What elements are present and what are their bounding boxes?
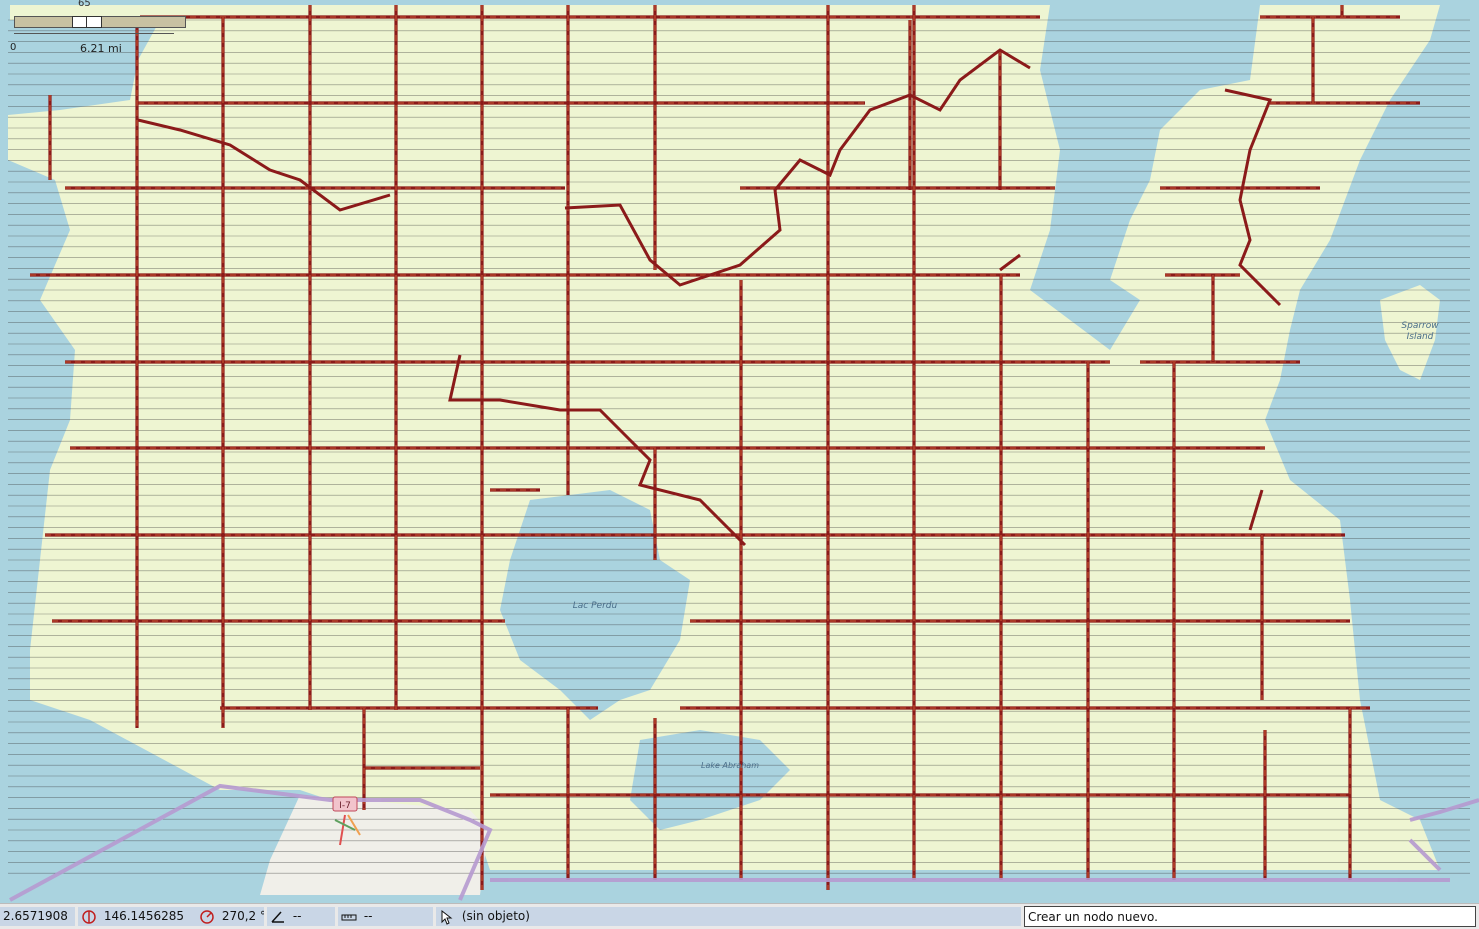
heading-value: 270,2 °	[221, 909, 264, 923]
latitude-field: 2.6571908	[0, 907, 75, 926]
latitude-value: 2.6571908	[3, 909, 68, 923]
selection-field: (sin objeto)	[436, 907, 1021, 926]
urban-area	[260, 795, 488, 895]
angle-icon	[271, 910, 284, 923]
zoom-level: 65	[78, 0, 91, 9]
road-shield: I-7	[339, 801, 351, 811]
label-sparrow-island-2: Island	[1406, 332, 1434, 342]
distance-value: --	[363, 909, 373, 923]
longitude-icon	[82, 909, 96, 924]
help-message: Crear un nodo nuevo.	[1024, 906, 1476, 927]
heading-icon	[200, 909, 214, 924]
distance-field: --	[338, 907, 433, 926]
angle-field: --	[267, 907, 335, 926]
scale-axis	[14, 33, 174, 34]
status-bar: 2.6571908 146.1456285 270,2 ° -- -- (sin…	[0, 903, 1479, 929]
selection-value: (sin objeto)	[461, 909, 530, 923]
longitude-field: 146.1456285	[78, 907, 202, 926]
longitude-value: 146.1456285	[103, 909, 184, 923]
label-lake-abraham: Lake Abraham	[701, 761, 759, 770]
label-lac-perdu: Lac Perdu	[572, 601, 618, 611]
zoom-slider-handle[interactable]	[72, 16, 102, 28]
label-sparrow-island-1: Sparrow	[1401, 321, 1439, 331]
scale-zero-label: 0	[10, 42, 17, 53]
scale-distance-label: 6.21 mi	[80, 42, 122, 55]
ruler-icon	[341, 914, 357, 920]
scale-bar: 65 0 6.21 mi	[10, 0, 190, 60]
heading-field: 270,2 °	[196, 907, 264, 926]
pointer-icon	[441, 909, 453, 925]
angle-value: --	[292, 909, 302, 923]
map-view[interactable]: I-7 65 0 6.21 mi Lac Perdu Lake Abraham …	[0, 0, 1479, 903]
